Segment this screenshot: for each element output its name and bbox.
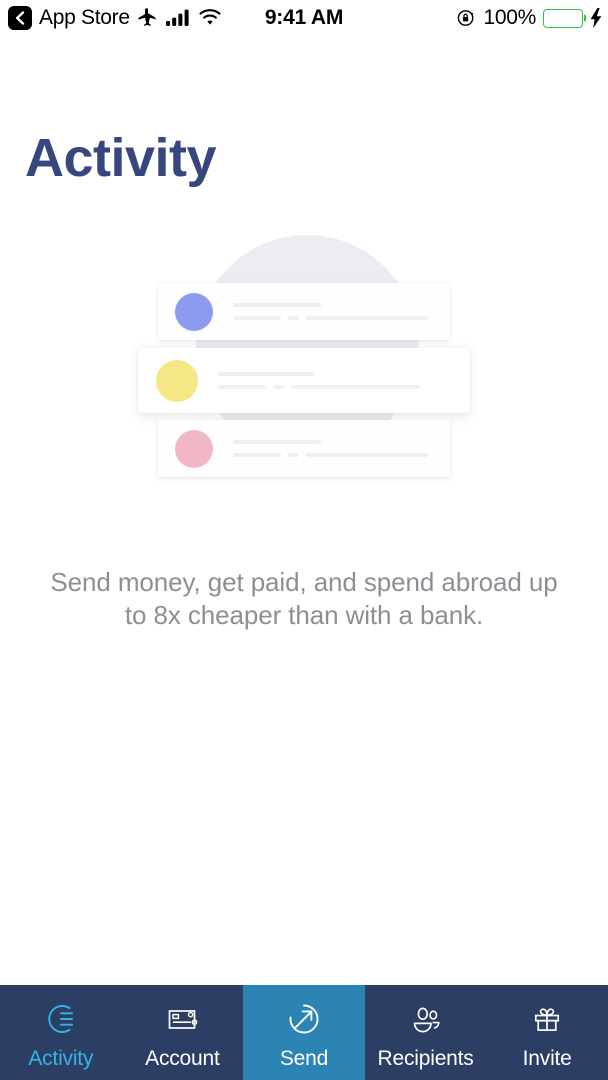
send-arrow-icon	[283, 998, 325, 1040]
tab-account[interactable]: Account	[122, 985, 244, 1080]
tab-send[interactable]: Send	[243, 985, 365, 1080]
people-icon	[406, 998, 446, 1040]
card-icon	[162, 998, 202, 1040]
tab-recipients[interactable]: Recipients	[365, 985, 487, 1080]
activity-icon	[41, 998, 81, 1040]
illustration-avatar	[156, 359, 198, 402]
empty-state-description: Send money, get paid, and spend abroad u…	[50, 567, 558, 631]
gift-icon	[527, 998, 567, 1040]
empty-activity-illustration	[0, 230, 608, 530]
bottom-tab-bar: Activity Account Send Recipients Invite	[0, 985, 608, 1080]
illustration-avatar	[175, 429, 213, 468]
tab-invite[interactable]: Invite	[486, 985, 608, 1080]
illustration-placeholder-lines	[218, 372, 419, 389]
illustration-avatar	[175, 292, 213, 331]
status-bar-right: 100%	[456, 6, 602, 30]
rotation-lock-icon	[456, 8, 476, 28]
tab-label: Account	[145, 1047, 220, 1070]
lightning-bolt-icon	[590, 8, 602, 28]
tab-label: Send	[279, 1047, 329, 1070]
battery-full-icon	[543, 8, 586, 28]
tab-label: Activity	[28, 1047, 94, 1070]
illustration-card	[138, 348, 470, 413]
status-bar: App Store 9:41 AM 100%	[0, 0, 608, 36]
tab-label: Invite	[522, 1047, 572, 1070]
illustration-placeholder-lines	[233, 303, 428, 320]
app-screen: App Store 9:41 AM 100% Activity Send mon…	[0, 0, 608, 1080]
battery-percent-label: 100%	[483, 6, 536, 29]
illustration-placeholder-lines	[233, 440, 428, 457]
illustration-card	[158, 420, 450, 477]
illustration-card	[158, 283, 450, 340]
page-title: Activity	[25, 128, 217, 188]
tab-activity[interactable]: Activity	[0, 985, 122, 1080]
tab-label: Recipients	[377, 1047, 474, 1070]
